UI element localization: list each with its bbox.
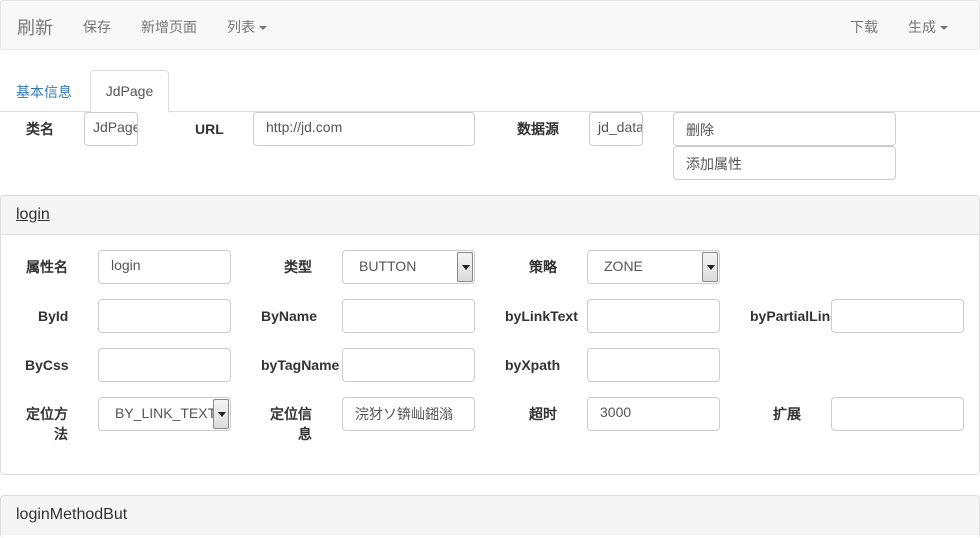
attr-name-input[interactable]: login <box>98 250 231 284</box>
type-select[interactable]: BUTTON <box>342 250 475 284</box>
extend-input[interactable] <box>831 397 964 431</box>
locate-method-label-line2: 法 <box>54 426 68 442</box>
datasource-label: 数据源 <box>517 121 559 137</box>
tab-basic-info[interactable]: 基本信息 <box>16 70 72 112</box>
byname-label: ByName <box>261 308 318 324</box>
top-navbar: 刷新 保存 新增页面 列表 下载 生成 <box>0 0 980 50</box>
url-input[interactable]: http://jd.com <box>253 112 475 146</box>
datasource-input[interactable]: jd_data <box>589 112 643 146</box>
bytagname-input[interactable] <box>342 348 475 382</box>
dropdown-arrow-icon[interactable] <box>457 252 473 282</box>
generate-dropdown-label: 生成 <box>908 19 936 35</box>
locate-info-label: 定位信 <box>270 406 312 422</box>
strategy-select[interactable]: ZONE <box>587 250 720 284</box>
timeout-label: 超时 <box>529 406 557 422</box>
save-link[interactable]: 保存 <box>83 17 111 37</box>
locate-info-label-line2: 息 <box>298 426 312 442</box>
type-label: 类型 <box>284 259 312 275</box>
attribute-panel-login: login <box>0 195 980 475</box>
bycss-label: ByCss <box>25 357 69 373</box>
bylinktext-input[interactable] <box>587 299 720 333</box>
bytagname-label: byTagName <box>261 357 340 373</box>
url-label: URL <box>195 121 224 137</box>
list-dropdown[interactable]: 列表 <box>227 17 267 37</box>
class-name-input[interactable]: JdPage <box>84 112 138 146</box>
panel-title-login-method[interactable]: loginMethodBut <box>16 506 127 524</box>
caret-down-icon <box>940 26 948 31</box>
bypartiallink-label: byPartialLin <box>750 308 831 324</box>
panel-heading: login <box>1 196 979 235</box>
byid-label: ById <box>38 308 69 324</box>
locate-method-label: 定位方 <box>26 406 68 422</box>
locate-method-select[interactable]: BY_LINK_TEXT <box>98 397 231 431</box>
delete-button[interactable]: 删除 <box>673 112 896 146</box>
bypartiallink-input[interactable] <box>831 299 964 333</box>
locate-method-select-value: BY_LINK_TEXT <box>115 405 217 421</box>
attribute-panel-login-method: loginMethodBut <box>0 495 980 538</box>
class-name-label: 类名 <box>26 121 54 137</box>
bycss-input[interactable] <box>98 348 231 382</box>
dropdown-arrow-icon[interactable] <box>702 252 718 282</box>
strategy-label: 策略 <box>529 259 557 275</box>
byxpath-input[interactable] <box>587 348 720 382</box>
byxpath-label: byXpath <box>505 357 561 373</box>
strategy-select-value: ZONE <box>604 258 643 274</box>
refresh-brand-link[interactable]: 刷新 <box>17 14 53 40</box>
type-select-value: BUTTON <box>359 258 417 274</box>
byid-input[interactable] <box>98 299 231 333</box>
dropdown-arrow-icon[interactable] <box>213 399 229 429</box>
page-tabs: 基本信息 JdPage <box>0 70 980 113</box>
generate-dropdown[interactable]: 生成 <box>908 17 948 37</box>
extend-label: 扩展 <box>773 406 801 422</box>
panel-heading: loginMethodBut <box>1 496 979 535</box>
add-attribute-button[interactable]: 添加属性 <box>673 146 896 180</box>
bylinktext-label: byLinkText <box>505 308 578 324</box>
byname-input[interactable] <box>342 299 475 333</box>
tab-jdpage[interactable]: JdPage <box>90 70 169 113</box>
new-page-link[interactable]: 新增页面 <box>141 17 197 37</box>
caret-down-icon <box>259 26 267 31</box>
timeout-input[interactable]: 3000 <box>587 397 720 431</box>
locate-info-input[interactable]: 浣犲ソ锛屾鎺滃 <box>342 397 475 431</box>
panel-title-login[interactable]: login <box>16 206 50 224</box>
list-dropdown-label: 列表 <box>227 19 255 35</box>
download-link[interactable]: 下载 <box>850 17 878 37</box>
attr-name-label: 属性名 <box>26 259 68 275</box>
